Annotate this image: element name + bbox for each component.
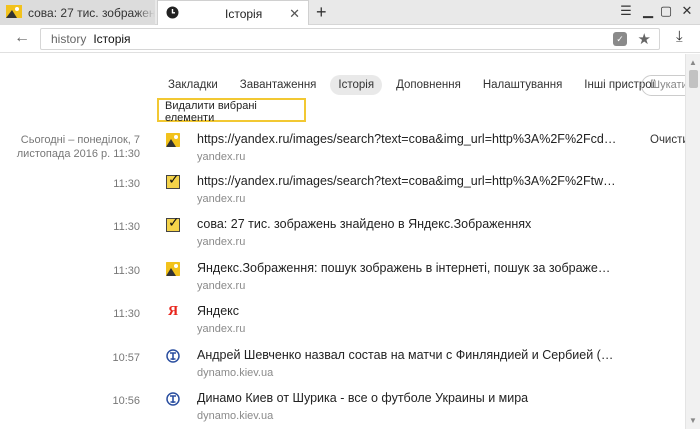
new-tab-button[interactable]: + (316, 2, 327, 23)
checked-checkbox-icon[interactable] (166, 171, 180, 189)
history-domain: yandex.ru (197, 280, 246, 292)
maximize-icon[interactable]: ▢ (658, 3, 674, 19)
history-time: 11:30 (113, 265, 140, 277)
close-window-icon[interactable]: ✕ (679, 3, 695, 19)
history-row[interactable]: 11:30 Яндекс.Зображення: пошук зображень… (0, 260, 680, 300)
toolbar: ← history Історія ✓ ★ ⤓ (0, 25, 700, 53)
history-domain: yandex.ru (197, 236, 246, 248)
history-domain: yandex.ru (197, 193, 246, 205)
history-title-link[interactable]: сова: 27 тис. зображень знайдено в Яндек… (197, 217, 617, 231)
scroll-up-icon[interactable]: ▲ (689, 58, 697, 67)
nav-history[interactable]: Історія (330, 75, 383, 95)
image-icon (166, 133, 180, 147)
address-bar[interactable]: history Історія ✓ ★ (40, 28, 660, 50)
history-time: 10:57 (112, 352, 140, 364)
history-time: 10:56 (112, 395, 140, 407)
history-time: 11:30 (113, 178, 140, 190)
tab-history[interactable]: Історія ✕ (157, 0, 309, 26)
address-page: Історія (93, 32, 131, 46)
vertical-scrollbar[interactable]: ▲ ▼ (685, 54, 700, 429)
history-row[interactable]: Сьогодні – понеділок, 7 листопада 2016 р… (0, 131, 680, 171)
minimize-icon[interactable]: ▁ (640, 3, 656, 19)
history-row[interactable]: 11:30 сова: 27 тис. зображень знайдено в… (0, 214, 680, 256)
image-icon (166, 262, 180, 276)
history-date-time: Сьогодні – понеділок, 7 листопада 2016 р… (16, 134, 140, 160)
history-title-link[interactable]: https://yandex.ru/images/search?text=сов… (197, 132, 617, 146)
dynamo-icon (166, 349, 180, 363)
nav-addons[interactable]: Доповнення (388, 75, 469, 95)
history-row[interactable]: 11:30 https://yandex.ru/images/search?te… (0, 171, 680, 213)
history-domain: dynamo.kiev.ua (197, 367, 274, 379)
close-tab-icon[interactable]: ✕ (289, 6, 300, 22)
nav-bookmarks[interactable]: Закладки (160, 75, 226, 95)
history-time: 11:30 (113, 308, 140, 320)
dynamo-icon (166, 392, 180, 406)
image-icon (6, 4, 22, 21)
tab-title: сова: 27 тис. зображень зна (28, 5, 155, 20)
history-title-link[interactable]: https://yandex.ru/images/search?text=сов… (197, 174, 617, 188)
download-icon[interactable]: ⤓ (676, 28, 683, 45)
history-title-link[interactable]: Яндекс (197, 304, 617, 318)
settings-nav: Закладки Завантаження Історія Доповнення… (160, 75, 669, 95)
history-title-link[interactable]: Андрей Шевченко назвал состав на матчи с… (197, 348, 617, 362)
history-row[interactable]: 10:57 Андрей Шевченко назвал состав на м… (0, 347, 680, 387)
tab-sova-search[interactable]: сова: 27 тис. зображень зна (0, 0, 155, 25)
address-scheme: history (51, 32, 87, 46)
history-title-link[interactable]: Яндекс.Зображення: пошук зображень в інт… (197, 261, 617, 275)
history-domain: yandex.ru (197, 151, 246, 163)
history-row[interactable]: 11:30 Я Яндекс yandex.ru (0, 303, 680, 343)
tab-title: Історія (225, 6, 263, 21)
yandex-icon: Я (167, 304, 179, 319)
history-row[interactable]: 10:56 Динамо Киев от Шурика - все о футб… (0, 390, 680, 429)
history-title-link[interactable]: Динамо Киев от Шурика - все о футболе Ук… (197, 391, 617, 405)
history-domain: yandex.ru (197, 323, 246, 335)
nav-settings[interactable]: Налаштування (475, 75, 570, 95)
menu-icon[interactable]: ☰ (618, 3, 634, 19)
back-arrow-icon[interactable]: ← (14, 29, 30, 47)
checked-checkbox-icon[interactable] (166, 214, 180, 232)
history-domain: dynamo.kiev.ua (197, 410, 274, 422)
protect-shield-icon[interactable]: ✓ (613, 32, 627, 46)
scroll-down-icon[interactable]: ▼ (689, 416, 697, 425)
tab-strip: сова: 27 тис. зображень зна Історія ✕ + … (0, 0, 700, 26)
delete-selected-button[interactable]: Видалити вибрані елементи (157, 98, 306, 124)
scroll-thumb[interactable] (689, 70, 698, 88)
nav-downloads[interactable]: Завантаження (232, 75, 325, 95)
bookmark-star-icon[interactable]: ★ (638, 30, 651, 48)
clock-icon (166, 6, 179, 22)
history-time: 11:30 (113, 221, 140, 233)
